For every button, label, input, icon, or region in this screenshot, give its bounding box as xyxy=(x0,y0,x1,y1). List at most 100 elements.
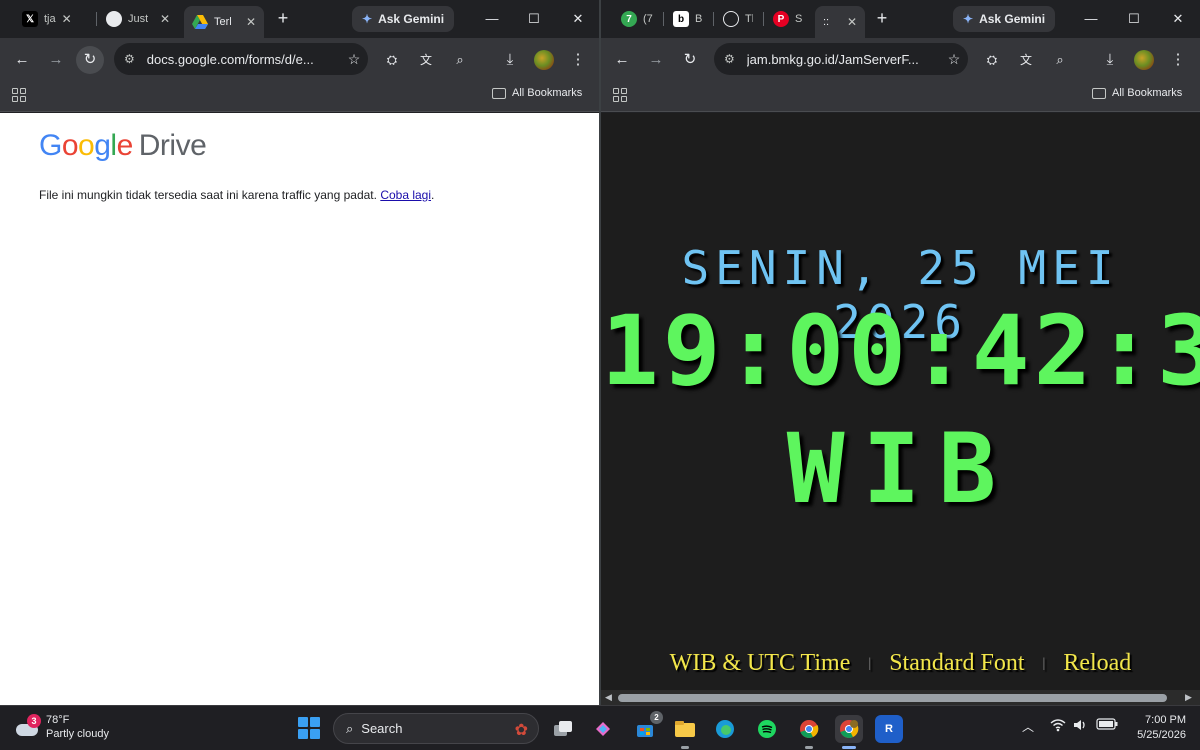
scroll-left-icon[interactable]: ◀ xyxy=(605,692,612,703)
ask-gemini-button[interactable]: ✦ Ask Gemini xyxy=(953,6,1056,32)
menu-kebab-icon[interactable]: ⋮ xyxy=(564,46,592,74)
reload-button[interactable]: ↻ xyxy=(676,46,704,74)
edge-browser-icon[interactable] xyxy=(711,715,739,743)
all-bookmarks-button[interactable]: All Bookmarks xyxy=(1092,87,1182,99)
maximize-button[interactable]: ☐ xyxy=(1122,8,1146,30)
page-content-bmkg-clock: SENIN, 25 MEI 2026 19:00:42:35 WIB WIB &… xyxy=(601,113,1200,705)
new-tab-button[interactable]: + xyxy=(871,8,893,30)
circle-avatar-icon xyxy=(106,11,122,27)
bookmarks-bar: All Bookmarks xyxy=(0,80,599,112)
google-drive-icon xyxy=(192,14,208,30)
system-clock[interactable]: 7:00 PM 5/25/2026 xyxy=(1128,713,1186,743)
reload-button[interactable]: ↻ xyxy=(76,46,104,74)
menu-kebab-icon[interactable]: ⋮ xyxy=(1164,46,1192,74)
google-drive-logo: Google Drive xyxy=(39,129,207,162)
show-hidden-icons-chevron-icon[interactable]: ︿ xyxy=(1022,718,1034,735)
browser-window-left: 𝕏 tja ✕ Just ✕ Terl ✕ + ✦ Ask Gemini — ☐… xyxy=(0,0,599,705)
tab-google-drive[interactable]: Terl ✕ xyxy=(184,6,264,38)
tab-jam-bmkg[interactable]: :: ✕ xyxy=(815,6,865,38)
new-tab-button[interactable]: + xyxy=(272,8,294,30)
lens-search-icon[interactable]: ⌕ xyxy=(1046,46,1074,74)
openai-icon xyxy=(723,11,739,27)
gemini-sparkle-icon: ✦ xyxy=(963,12,974,26)
tab-just[interactable]: Just ✕ xyxy=(98,6,178,32)
horizontal-scrollbar[interactable]: ◀ ▶ xyxy=(601,690,1200,705)
close-tab-icon[interactable]: ✕ xyxy=(62,12,72,26)
address-bar[interactable]: ⚙ docs.google.com/forms/d/e... ☆ xyxy=(114,43,368,75)
partly-cloudy-icon: 3 xyxy=(14,714,41,738)
taskbar-search[interactable]: ⌕ Search ✿ xyxy=(333,713,539,744)
maximize-button[interactable]: ☐ xyxy=(522,8,546,30)
tab-b[interactable]: b Bl xyxy=(665,6,711,32)
start-button[interactable] xyxy=(298,717,320,739)
weather-desc: Partly cloudy xyxy=(46,728,109,740)
close-window-button[interactable]: ✕ xyxy=(1166,8,1190,30)
search-icon: ⌕ xyxy=(346,720,354,736)
error-message: File ini mungkin tidak tersedia saat ini… xyxy=(39,188,435,202)
spotify-icon[interactable] xyxy=(753,715,781,743)
forward-button[interactable]: → xyxy=(42,46,70,74)
apps-grid-icon[interactable] xyxy=(12,88,26,102)
wib-utc-link[interactable]: WIB & UTC Time xyxy=(670,650,851,677)
chrome-profile-icon[interactable] xyxy=(835,715,863,749)
revit-app-icon[interactable]: R xyxy=(875,715,903,743)
incognito-icon[interactable]: ⛭ xyxy=(978,46,1006,74)
back-button[interactable]: ← xyxy=(608,46,636,74)
tab-seven[interactable]: 7 (7 xyxy=(613,6,661,32)
tab-x[interactable]: 𝕏 tja ✕ xyxy=(14,6,92,32)
task-view-icon[interactable] xyxy=(549,715,577,743)
browser-window-right: 7 (7 b Bl Tl P Sl :: ✕ + ✦ Ask Gemini — … xyxy=(601,0,1200,705)
seven-badge-icon: 7 xyxy=(621,11,637,27)
translate-icon[interactable]: 文 xyxy=(412,46,440,74)
pinterest-icon: P xyxy=(773,11,789,27)
apps-grid-icon[interactable] xyxy=(613,88,627,102)
back-button[interactable]: ← xyxy=(8,46,36,74)
chrome-icon[interactable] xyxy=(795,715,823,749)
ask-gemini-button[interactable]: ✦ Ask Gemini xyxy=(352,6,455,32)
b-logo-icon: b xyxy=(673,11,689,27)
tab-openai[interactable]: Tl xyxy=(715,6,761,32)
search-highlight-icon: ✿ xyxy=(514,722,528,739)
weather-widget[interactable]: 3 78°F Partly cloudy xyxy=(14,713,109,741)
minimize-button[interactable]: — xyxy=(1079,8,1103,30)
volume-icon[interactable] xyxy=(1072,718,1088,735)
bookmarks-bar: All Bookmarks xyxy=(601,80,1200,112)
all-bookmarks-button[interactable]: All Bookmarks xyxy=(492,87,582,99)
scrollbar-thumb[interactable] xyxy=(618,694,1167,702)
tab-pinterest[interactable]: P Sl xyxy=(765,6,811,32)
scroll-right-icon[interactable]: ▶ xyxy=(1185,692,1192,703)
close-tab-icon[interactable]: ✕ xyxy=(847,15,857,29)
incognito-icon[interactable]: ⛭ xyxy=(378,46,406,74)
folder-icon xyxy=(1092,87,1106,99)
file-explorer-icon[interactable] xyxy=(671,715,699,749)
bookmark-star-icon[interactable]: ☆ xyxy=(340,51,368,68)
close-tab-icon[interactable]: ✕ xyxy=(160,12,170,26)
wifi-icon[interactable] xyxy=(1050,718,1066,735)
weather-temp: 78°F xyxy=(46,714,70,726)
microsoft-store-icon[interactable]: 2 xyxy=(631,711,663,743)
close-tab-icon[interactable]: ✕ xyxy=(246,15,256,29)
browser-toolbar: ← → ↻ ⚙ docs.google.com/forms/d/e... ☆ ⛭… xyxy=(0,38,599,80)
copilot-icon[interactable] xyxy=(589,715,617,743)
download-icon[interactable]: ⤓ xyxy=(1096,46,1124,74)
profile-avatar[interactable] xyxy=(1134,50,1154,70)
close-window-button[interactable]: ✕ xyxy=(566,8,590,30)
standard-font-link[interactable]: Standard Font xyxy=(889,650,1024,677)
clock-time: 19:00:42:35 xyxy=(601,295,1200,407)
battery-icon[interactable] xyxy=(1096,718,1118,733)
browser-toolbar: ← → ↻ ⚙ jam.bmkg.go.id/JamServerF... ☆ ⛭… xyxy=(601,38,1200,80)
x-logo-icon: 𝕏 xyxy=(22,11,38,27)
site-info-icon[interactable]: ⚙ xyxy=(124,52,135,66)
download-icon[interactable]: ⤓ xyxy=(496,46,524,74)
forward-button[interactable]: → xyxy=(642,46,670,74)
tab-strip: 7 (7 b Bl Tl P Sl :: ✕ + ✦ Ask Gemini — … xyxy=(601,0,1200,38)
retry-link[interactable]: Coba lagi xyxy=(380,188,431,202)
site-info-icon[interactable]: ⚙ xyxy=(724,52,735,66)
translate-icon[interactable]: 文 xyxy=(1012,46,1040,74)
reload-link[interactable]: Reload xyxy=(1063,650,1131,677)
lens-search-icon[interactable]: ⌕ xyxy=(446,46,474,74)
address-bar[interactable]: ⚙ jam.bmkg.go.id/JamServerF... ☆ xyxy=(714,43,968,75)
minimize-button[interactable]: — xyxy=(480,8,504,30)
profile-avatar[interactable] xyxy=(534,50,554,70)
bookmark-star-icon[interactable]: ☆ xyxy=(940,51,968,68)
